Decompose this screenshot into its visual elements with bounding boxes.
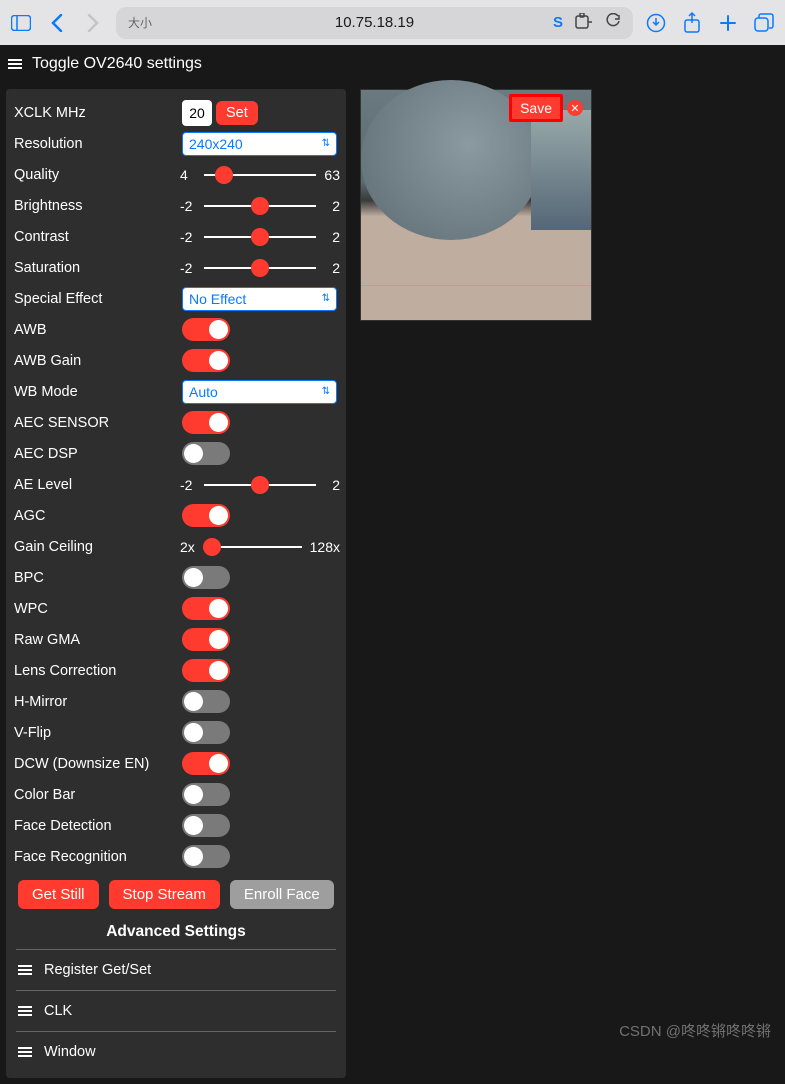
raw-gma-label: Raw GMA	[12, 632, 182, 648]
color-bar-toggle[interactable]	[182, 783, 230, 806]
wpc-label: WPC	[12, 601, 182, 617]
menu-icon	[18, 1047, 32, 1057]
wpc-toggle[interactable]	[182, 597, 230, 620]
agc-label: AGC	[12, 508, 182, 524]
settings-panel: XCLK MHz Set Resolution 240x240⇅ Quality…	[6, 89, 346, 1078]
wb-mode-label: WB Mode	[12, 384, 182, 400]
new-tab-icon[interactable]	[715, 10, 741, 36]
gain-ceiling-label: Gain Ceiling	[12, 539, 180, 555]
s-icon[interactable]: S	[553, 14, 563, 31]
contrast-label: Contrast	[12, 229, 180, 245]
ae-level-label: AE Level	[12, 477, 180, 493]
saturation-label: Saturation	[12, 260, 180, 276]
wb-mode-select[interactable]: Auto⇅	[182, 380, 337, 404]
resolution-select[interactable]: 240x240⇅	[182, 132, 337, 156]
quality-slider[interactable]	[204, 174, 316, 176]
awb-gain-toggle[interactable]	[182, 349, 230, 372]
contrast-slider[interactable]	[204, 236, 316, 238]
watermark: CSDN @咚咚锵咚咚锵	[619, 1020, 771, 1041]
clk-section[interactable]: CLK	[12, 993, 340, 1029]
window-section[interactable]: Window	[12, 1034, 340, 1070]
face-recognition-toggle[interactable]	[182, 845, 230, 868]
menu-icon	[18, 1006, 32, 1016]
gain-ceiling-slider[interactable]	[204, 546, 302, 548]
page-title: Toggle OV2640 settings	[32, 55, 202, 73]
awb-toggle[interactable]	[182, 318, 230, 341]
h-mirror-label: H-Mirror	[12, 694, 182, 710]
xclk-input[interactable]	[182, 100, 212, 126]
url-text: 10.75.18.19	[335, 14, 414, 31]
h-mirror-toggle[interactable]	[182, 690, 230, 713]
close-icon[interactable]: ✕	[567, 100, 583, 116]
download-icon[interactable]	[643, 10, 669, 36]
color-bar-label: Color Bar	[12, 787, 182, 803]
enroll-face-button[interactable]: Enroll Face	[230, 880, 334, 909]
lens-correction-toggle[interactable]	[182, 659, 230, 682]
register-section[interactable]: Register Get/Set	[12, 952, 340, 988]
dcw-label: DCW (Downsize EN)	[12, 756, 182, 772]
camera-preview: Save ✕	[360, 89, 592, 321]
forward-icon	[80, 10, 106, 36]
aec-dsp-toggle[interactable]	[182, 442, 230, 465]
stop-stream-button[interactable]: Stop Stream	[109, 880, 220, 909]
awb-label: AWB	[12, 322, 182, 338]
xclk-set-button[interactable]: Set	[216, 101, 258, 125]
face-recognition-label: Face Recognition	[12, 849, 182, 865]
chevron-updown-icon: ⇅	[322, 293, 330, 304]
tabs-icon[interactable]	[751, 10, 777, 36]
get-still-button[interactable]: Get Still	[18, 880, 99, 909]
address-bar[interactable]: 大小 10.75.18.19 S	[116, 7, 633, 39]
special-effect-select[interactable]: No Effect⇅	[182, 287, 337, 311]
aec-sensor-label: AEC SENSOR	[12, 415, 182, 431]
menu-icon[interactable]	[8, 59, 22, 69]
face-detection-toggle[interactable]	[182, 814, 230, 837]
xclk-label: XCLK MHz	[12, 105, 182, 121]
sidebar-icon[interactable]	[8, 10, 34, 36]
resolution-label: Resolution	[12, 136, 182, 152]
page-header: Toggle OV2640 settings	[0, 45, 785, 83]
lens-correction-label: Lens Correction	[12, 663, 182, 679]
browser-toolbar: 大小 10.75.18.19 S	[0, 0, 785, 45]
chevron-updown-icon: ⇅	[322, 138, 330, 149]
dcw-toggle[interactable]	[182, 752, 230, 775]
aec-sensor-toggle[interactable]	[182, 411, 230, 434]
save-button[interactable]: Save	[509, 94, 563, 122]
face-detection-label: Face Detection	[12, 818, 182, 834]
bpc-label: BPC	[12, 570, 182, 586]
saturation-slider[interactable]	[204, 267, 316, 269]
quality-label: Quality	[12, 167, 180, 183]
awb-gain-label: AWB Gain	[12, 353, 182, 369]
ae-level-slider[interactable]	[204, 484, 316, 486]
menu-icon	[18, 965, 32, 975]
text-size-label[interactable]: 大小	[128, 14, 152, 31]
back-icon[interactable]	[44, 10, 70, 36]
chevron-updown-icon: ⇅	[322, 386, 330, 397]
brightness-slider[interactable]	[204, 205, 316, 207]
action-row: Get Still Stop Stream Enroll Face	[12, 872, 340, 913]
advanced-settings-title: Advanced Settings	[12, 913, 340, 947]
reload-icon[interactable]	[605, 13, 621, 33]
raw-gma-toggle[interactable]	[182, 628, 230, 651]
share-icon[interactable]	[679, 10, 705, 36]
special-effect-label: Special Effect	[12, 291, 182, 307]
brightness-label: Brightness	[12, 198, 180, 214]
v-flip-label: V-Flip	[12, 725, 182, 741]
agc-toggle[interactable]	[182, 504, 230, 527]
aec-dsp-label: AEC DSP	[12, 446, 182, 462]
bpc-toggle[interactable]	[182, 566, 230, 589]
v-flip-toggle[interactable]	[182, 721, 230, 744]
extension-icon[interactable]	[575, 13, 593, 33]
